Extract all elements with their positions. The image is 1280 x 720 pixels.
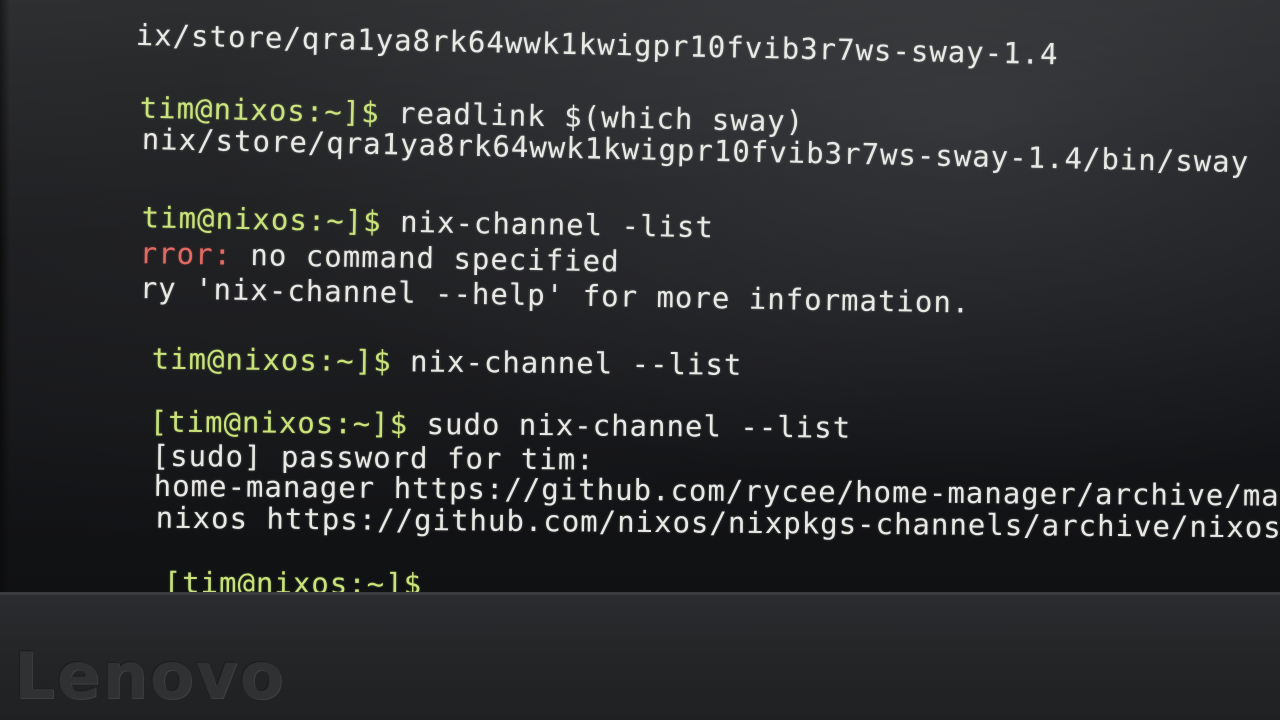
shell-prompt: [tim@nixos:~]$ bbox=[163, 565, 423, 592]
laptop-screen: ix/store/qra1ya8rk64wwk1kwigpr10fvib3r7w… bbox=[0, 0, 1280, 592]
terminal-line: [tim@nixos:~]$ bbox=[16, 531, 423, 592]
terminal: ix/store/qra1ya8rk64wwk1kwigpr10fvib3r7w… bbox=[0, 0, 1280, 592]
lenovo-logo: Lenovo bbox=[14, 640, 286, 714]
photo: ix/store/qra1ya8rk64wwk1kwigpr10fvib3r7w… bbox=[0, 0, 1280, 720]
screen-edge-shadow bbox=[0, 0, 10, 592]
